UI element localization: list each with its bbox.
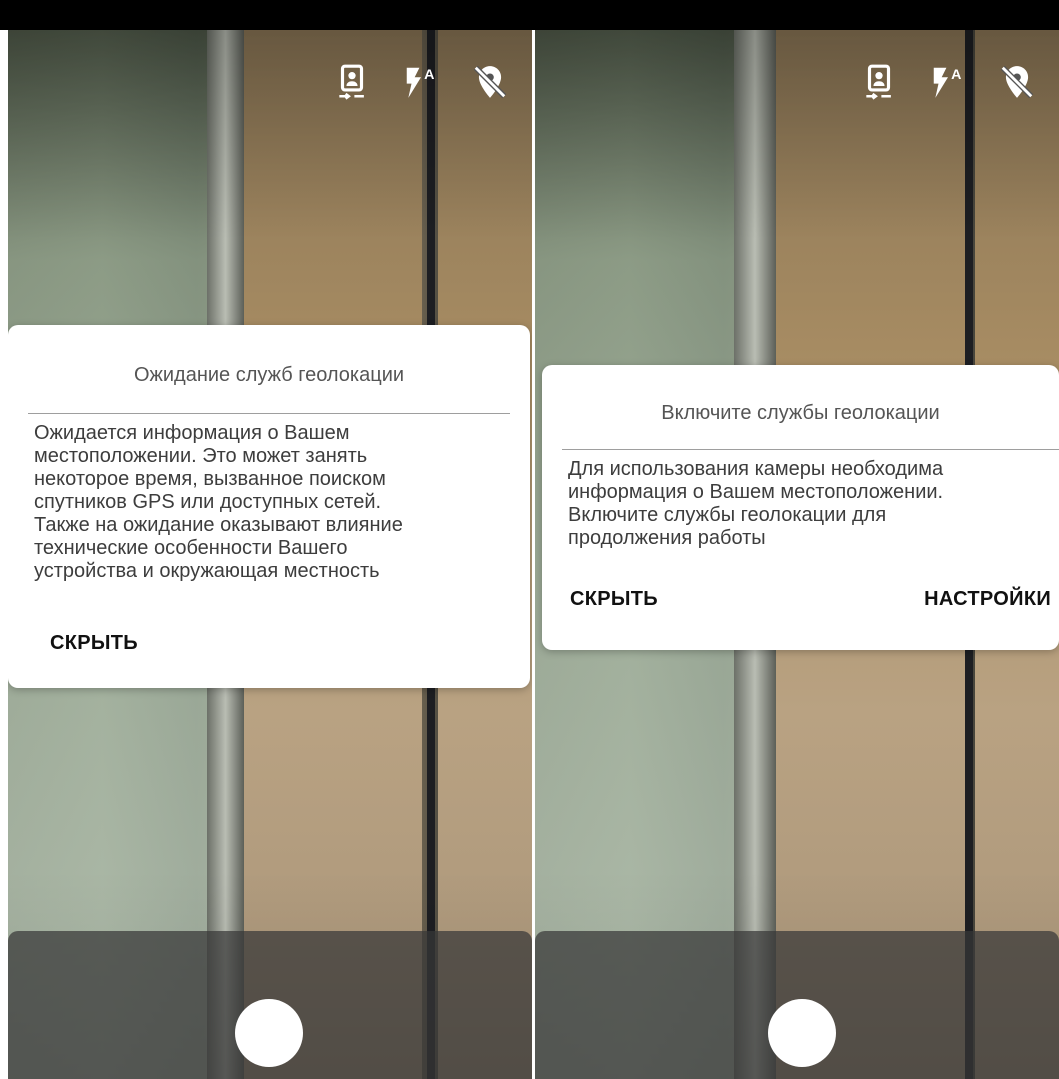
switch-camera-icon[interactable] (855, 58, 903, 106)
dialog-message-line: Включите службы геолокации для (568, 504, 887, 526)
flash-mode-label: A (424, 67, 434, 83)
dialog-title: Включите службы геолокации (661, 402, 940, 424)
location-off-icon[interactable] (466, 58, 514, 106)
dialog-message-line: местоположении. Это может занять (34, 445, 368, 467)
dialog-actions: СКРЫТЬ (8, 618, 530, 688)
camera-toolbar: A (328, 58, 532, 106)
dialog-message-line: некоторое время, вызванное поиском (34, 468, 386, 490)
camera-screen-waiting: A Ожидание служб геолокации Ожидается ин… (8, 30, 532, 1079)
dialog-message-line: технические особенности Вашего (34, 537, 348, 559)
dialog-message-line: спутников GPS или доступных сетей. (34, 491, 382, 513)
dialog-message-line: устройства и окружающая местность (34, 560, 380, 582)
shutter-button[interactable] (235, 999, 303, 1067)
dialog-message-line: продолжения работы (568, 527, 766, 549)
settings-button[interactable]: НАСТРОЙКИ (924, 588, 1051, 611)
dialog-actions: СКРЫТЬ НАСТРОЙКИ (542, 582, 1059, 650)
switch-camera-icon[interactable] (328, 58, 376, 106)
top-black-bar (0, 0, 1059, 30)
camera-screen-enable-location: A Включите службы геолокации Для использ… (535, 30, 1059, 1079)
location-off-icon[interactable] (993, 58, 1041, 106)
hide-button[interactable]: СКРЫТЬ (570, 588, 658, 611)
dialog-message-line: Ожидается информация о Вашем (34, 422, 350, 444)
dialog-message-line: Также на ожидание оказывают влияние (34, 514, 403, 536)
flash-auto-icon[interactable]: A (397, 58, 445, 106)
location-waiting-dialog: Ожидание служб геолокации Ожидается инфо… (8, 325, 530, 688)
dialog-message: Для использования камеры необходима инфо… (542, 450, 1059, 550)
camera-toolbar: A (855, 58, 1059, 106)
flash-mode-label: A (951, 67, 961, 83)
dialog-title: Ожидание служб геолокации (133, 364, 405, 386)
enable-location-dialog: Включите службы геолокации Для использов… (542, 365, 1059, 650)
dialog-message: Ожидается информация о Вашем местоположе… (8, 414, 530, 583)
dialog-message-line: Для использования камеры необходима (568, 458, 944, 480)
shutter-button[interactable] (768, 999, 836, 1067)
flash-auto-icon[interactable]: A (924, 58, 972, 106)
hide-button[interactable]: СКРЫТЬ (50, 632, 138, 655)
dialog-message-line: информация о Вашем местоположении. (568, 481, 944, 503)
